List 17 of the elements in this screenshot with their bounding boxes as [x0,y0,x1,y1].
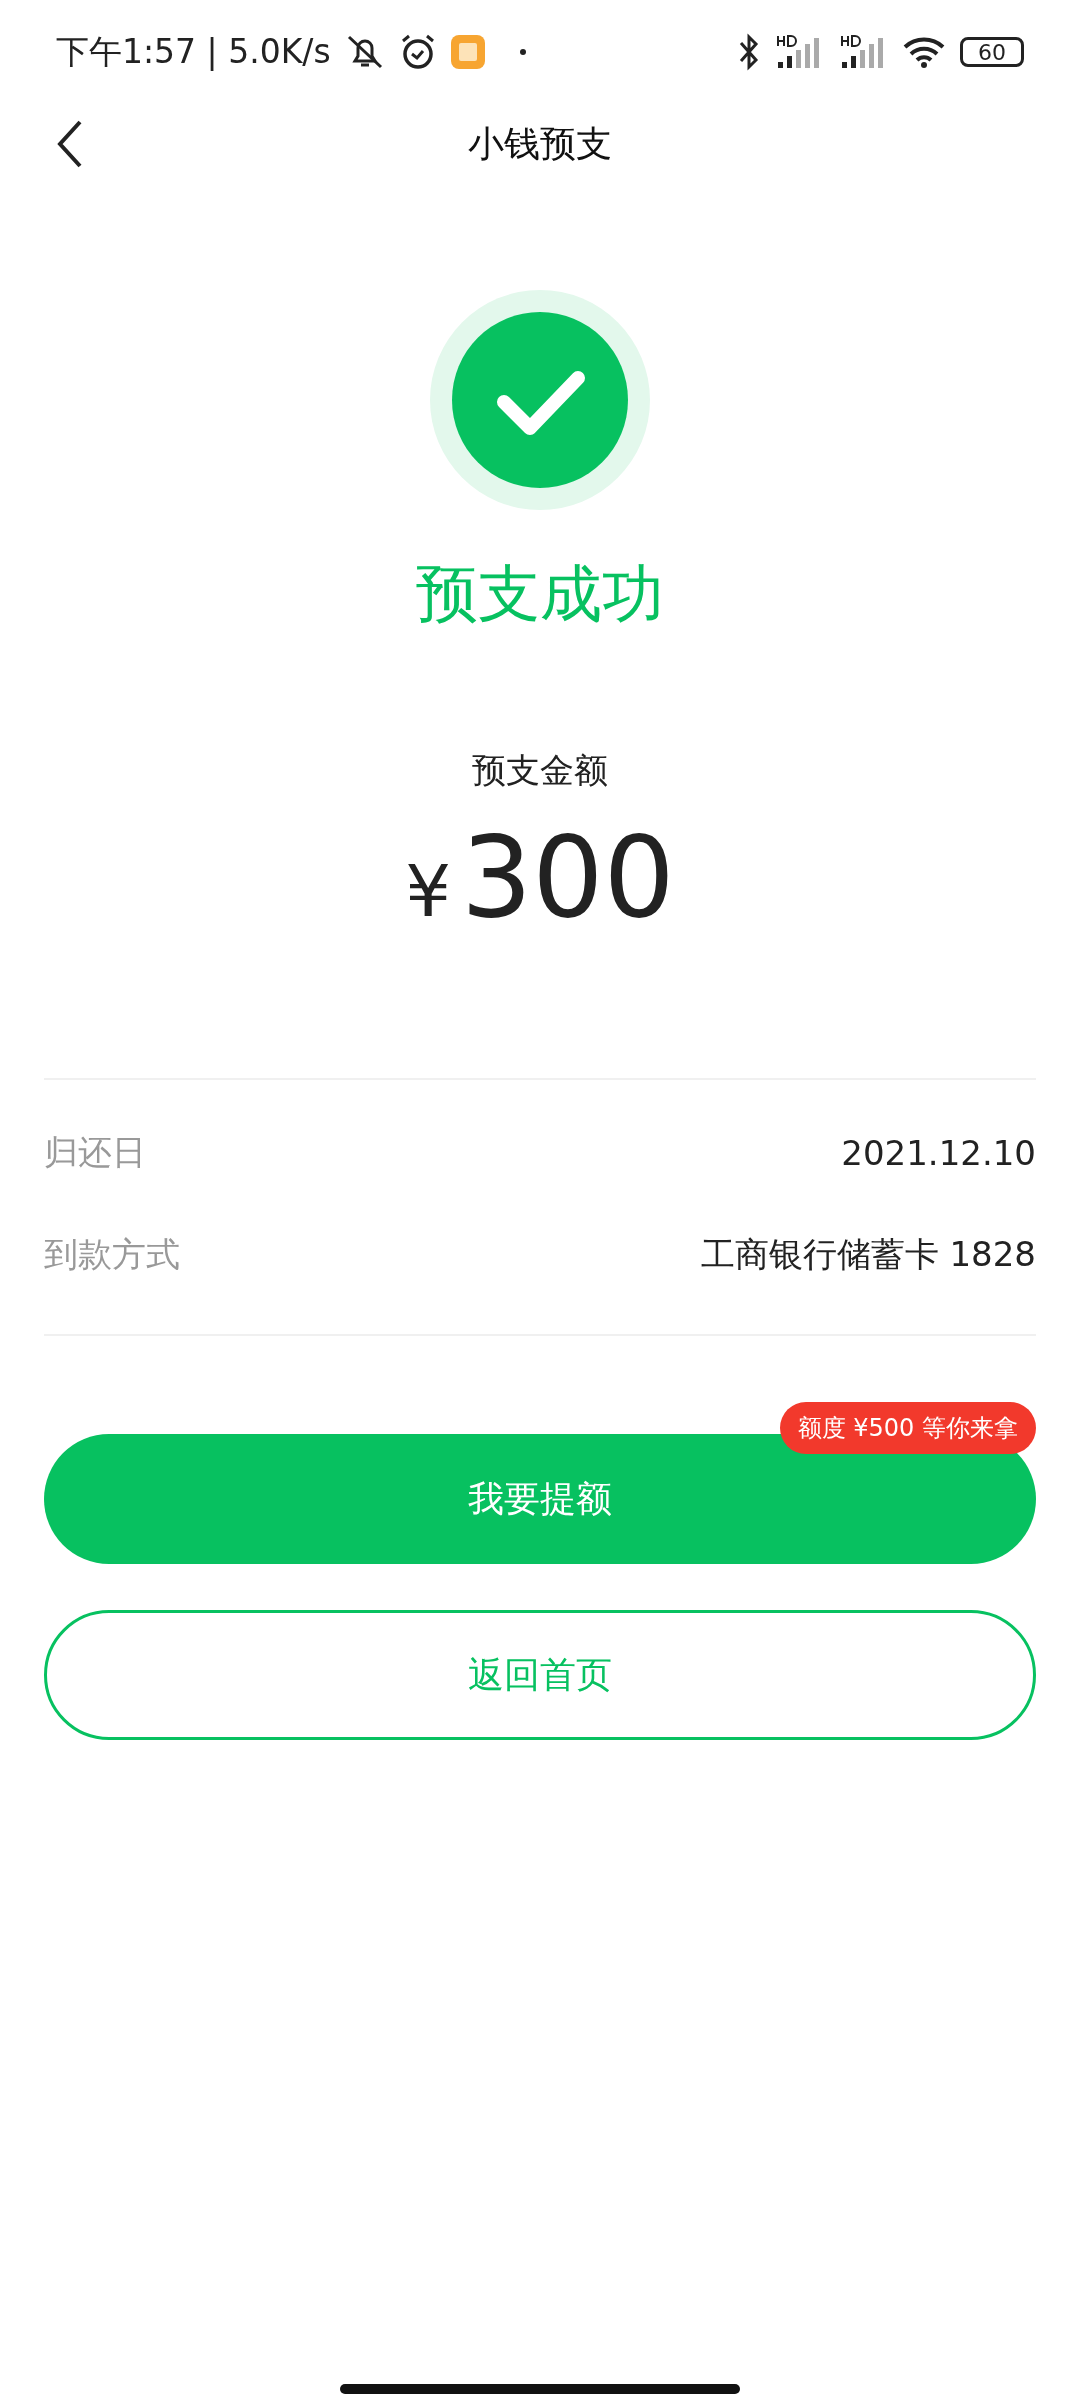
wifi-icon [902,35,946,69]
promo-badge: 额度 ¥500 等你来拿 [779,1402,1036,1454]
amount-value: 300 [461,812,675,942]
dot-icon [518,48,527,56]
home-button[interactable]: 返回首页 [44,1610,1036,1740]
detail-label: 到款方式 [44,1233,180,1276]
detail-label: 归还日 [44,1131,146,1174]
status-time: 下午1:57 | 5.0K/s [56,30,331,73]
amount-label: 预支金额 [472,749,608,792]
detail-value: 2021.12.10 [841,1133,1036,1173]
page-title: 小钱预支 [468,121,612,166]
battery-icon: 60 [960,37,1024,67]
currency-symbol: ¥ [405,849,451,933]
bluetooth-icon [738,33,760,71]
app-icon [450,35,485,69]
detail-value: 工商银行储蓄卡 1828 [700,1233,1036,1276]
success-title: 预支成功 [416,556,664,632]
